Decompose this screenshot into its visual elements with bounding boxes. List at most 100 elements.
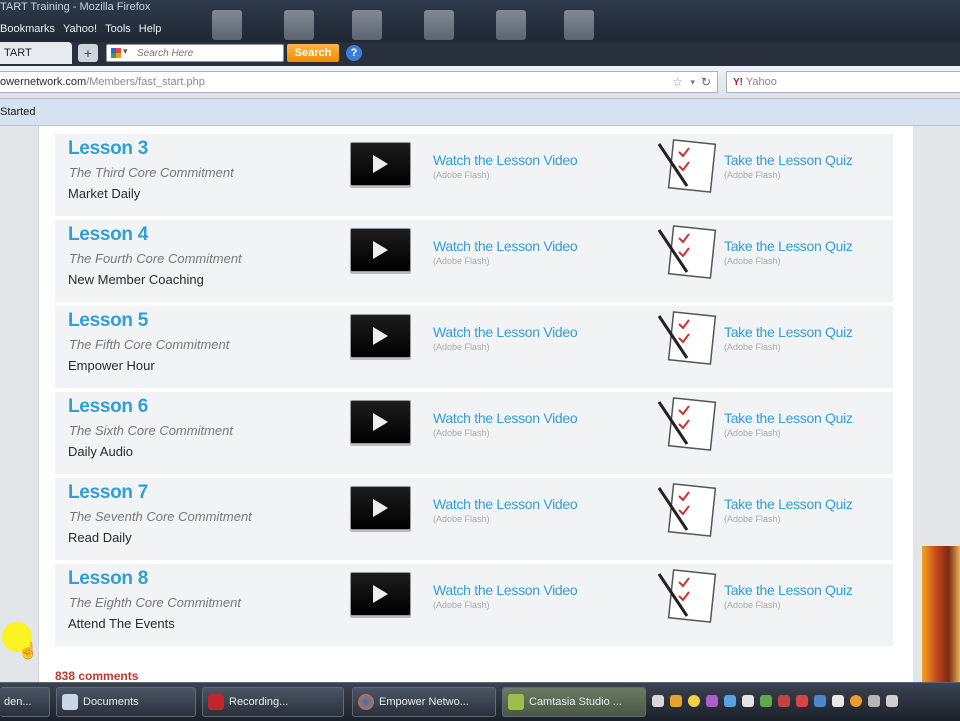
taskbar-item-recording[interactable]: Recording... bbox=[202, 687, 344, 717]
video-thumbnail[interactable] bbox=[350, 486, 411, 530]
video-thumbnail[interactable] bbox=[350, 572, 411, 616]
toolbar-search-box[interactable]: ▾ bbox=[106, 44, 284, 62]
video-thumbnail[interactable] bbox=[350, 400, 411, 444]
watch-video-link[interactable]: Watch the Lesson Video bbox=[433, 152, 578, 168]
lesson-title[interactable]: Lesson 4 bbox=[68, 224, 148, 246]
lesson-topic: Market Daily bbox=[68, 186, 141, 201]
chevron-down-icon[interactable]: ▾ bbox=[123, 46, 128, 57]
bookmark-star-icon[interactable]: ☆ bbox=[672, 72, 683, 92]
firefox-icon bbox=[358, 694, 374, 710]
quiz-checklist-icon[interactable] bbox=[657, 568, 719, 626]
tray-icon[interactable] bbox=[850, 695, 862, 707]
quiz-checklist-icon[interactable] bbox=[657, 224, 719, 282]
tab-training[interactable]: TART Training bbox=[0, 42, 72, 81]
search-engine-icon[interactable] bbox=[111, 48, 121, 58]
quiz-checklist-icon[interactable] bbox=[657, 138, 719, 196]
video-thumbnail[interactable] bbox=[350, 228, 411, 272]
lesson-title[interactable]: Lesson 7 bbox=[68, 482, 148, 504]
tray-icon[interactable] bbox=[742, 695, 754, 707]
watch-video-link[interactable]: Watch the Lesson Video bbox=[433, 582, 578, 598]
taskbar-item[interactable]: den... bbox=[0, 687, 50, 717]
comments-count-link[interactable]: 838 comments bbox=[55, 669, 138, 683]
take-quiz-link[interactable]: Take the Lesson Quiz bbox=[724, 238, 853, 254]
url-field[interactable]: owernetwork.com/Members/fast_start.php ☆… bbox=[0, 71, 718, 93]
quiz-format-note: (Adobe Flash) bbox=[724, 256, 781, 266]
lesson-topic: Empower Hour bbox=[68, 358, 155, 373]
tray-icon[interactable] bbox=[652, 695, 664, 707]
taskbar-item-camtasia[interactable]: Camtasia Studio ... bbox=[502, 687, 646, 717]
video-format-note: (Adobe Flash) bbox=[433, 256, 490, 266]
tray-icon[interactable] bbox=[724, 695, 736, 707]
taskbar-item-documents[interactable]: Documents bbox=[56, 687, 196, 717]
lesson-subtitle: The Fifth Core Commitment bbox=[69, 337, 230, 352]
taskbar-label: Empower Netwo... bbox=[379, 696, 469, 708]
video-thumbnail[interactable] bbox=[350, 314, 411, 358]
taskbar-label: Camtasia Studio ... bbox=[529, 696, 622, 708]
tray-icon[interactable] bbox=[868, 695, 880, 707]
search-button[interactable]: Search bbox=[287, 44, 339, 62]
play-icon bbox=[373, 499, 388, 517]
url-path: /Members/fast_start.php bbox=[86, 76, 205, 88]
lesson-title[interactable]: Lesson 5 bbox=[68, 310, 148, 332]
lesson-subtitle: The Fourth Core Commitment bbox=[69, 251, 242, 266]
video-format-note: (Adobe Flash) bbox=[433, 342, 490, 352]
menu-help[interactable]: Help bbox=[139, 23, 162, 35]
lesson-title[interactable]: Lesson 8 bbox=[68, 568, 148, 590]
video-thumbnail[interactable] bbox=[350, 142, 411, 186]
take-quiz-link[interactable]: Take the Lesson Quiz bbox=[724, 582, 853, 598]
lesson-subtitle: The Eighth Core Commitment bbox=[69, 595, 241, 610]
lesson-row: Lesson 5 The Fifth Core Commitment Empow… bbox=[55, 306, 893, 388]
reload-icon[interactable]: ↻ bbox=[701, 72, 711, 92]
watch-video-link[interactable]: Watch the Lesson Video bbox=[433, 410, 578, 426]
tray-icon[interactable] bbox=[778, 695, 790, 707]
watch-video-link[interactable]: Watch the Lesson Video bbox=[433, 324, 578, 340]
url-history-dropdown-icon[interactable]: ▾ bbox=[690, 72, 695, 92]
yahoo-search-field[interactable]: Y! Yahoo bbox=[726, 71, 960, 93]
quiz-format-note: (Adobe Flash) bbox=[724, 514, 781, 524]
menu-yahoo[interactable]: Yahoo! bbox=[63, 23, 97, 35]
desktop-icon bbox=[564, 10, 594, 40]
tray-icon[interactable] bbox=[886, 695, 898, 707]
tray-icon[interactable] bbox=[814, 695, 826, 707]
take-quiz-link[interactable]: Take the Lesson Quiz bbox=[724, 152, 853, 168]
video-format-note: (Adobe Flash) bbox=[433, 428, 490, 438]
quiz-format-note: (Adobe Flash) bbox=[724, 428, 781, 438]
lesson-topic: Daily Audio bbox=[68, 444, 134, 459]
quiz-checklist-icon[interactable] bbox=[657, 482, 719, 540]
quiz-checklist-icon[interactable] bbox=[657, 396, 719, 454]
lesson-topic: Attend The Events bbox=[68, 616, 175, 631]
watch-video-link[interactable]: Watch the Lesson Video bbox=[433, 238, 578, 254]
tray-icon[interactable] bbox=[832, 695, 844, 707]
play-icon bbox=[373, 155, 388, 173]
lesson-subtitle: The Third Core Commitment bbox=[69, 165, 234, 180]
new-tab-button[interactable]: + bbox=[78, 44, 98, 62]
lesson-title[interactable]: Lesson 3 bbox=[68, 138, 148, 160]
help-icon[interactable]: ? bbox=[346, 45, 362, 61]
tray-icon[interactable] bbox=[760, 695, 772, 707]
bookmark-getting-started[interactable]: Started bbox=[0, 106, 35, 118]
take-quiz-link[interactable]: Take the Lesson Quiz bbox=[724, 324, 853, 340]
tray-icon[interactable] bbox=[688, 695, 700, 707]
tray-icon[interactable] bbox=[670, 695, 682, 707]
video-format-note: (Adobe Flash) bbox=[433, 514, 490, 524]
menu-bookmarks[interactable]: Bookmarks bbox=[0, 23, 55, 35]
tray-icon[interactable] bbox=[796, 695, 808, 707]
take-quiz-link[interactable]: Take the Lesson Quiz bbox=[724, 410, 853, 426]
tray-icon[interactable] bbox=[706, 695, 718, 707]
take-quiz-link[interactable]: Take the Lesson Quiz bbox=[724, 496, 853, 512]
watch-video-link[interactable]: Watch the Lesson Video bbox=[433, 496, 578, 512]
menu-tools[interactable]: Tools bbox=[105, 23, 131, 35]
video-format-note: (Adobe Flash) bbox=[433, 600, 490, 610]
video-format-note: (Adobe Flash) bbox=[433, 170, 490, 180]
toolbar-search-input[interactable] bbox=[137, 46, 277, 60]
quiz-format-note: (Adobe Flash) bbox=[724, 600, 781, 610]
taskbar-label: Recording... bbox=[229, 696, 289, 708]
lesson-title[interactable]: Lesson 6 bbox=[68, 396, 148, 418]
system-tray bbox=[652, 695, 898, 707]
taskbar-label: Documents bbox=[83, 696, 139, 708]
presenter-video-overlay bbox=[922, 546, 960, 682]
play-icon bbox=[373, 413, 388, 431]
quiz-format-note: (Adobe Flash) bbox=[724, 342, 781, 352]
taskbar-item-firefox[interactable]: Empower Netwo... bbox=[352, 687, 496, 717]
quiz-checklist-icon[interactable] bbox=[657, 310, 719, 368]
